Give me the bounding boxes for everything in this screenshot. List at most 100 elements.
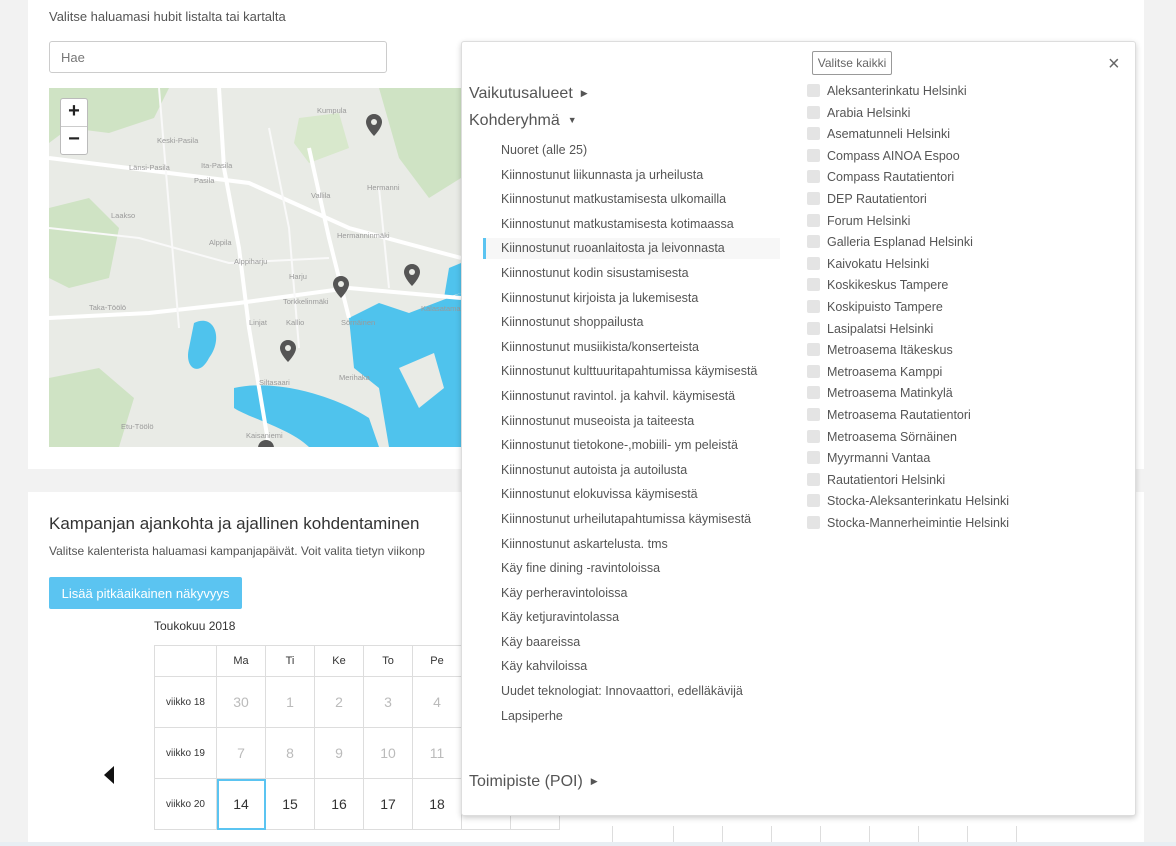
location-option[interactable]: Forum Helsinki — [807, 213, 1127, 236]
calendar-day[interactable]: 17 — [363, 778, 413, 830]
calendar-day: 4 — [412, 676, 462, 728]
target-group-item[interactable]: Kiinnostunut askartelusta. tms — [483, 534, 780, 555]
previous-month-arrow-icon[interactable] — [104, 766, 114, 784]
location-checkbox[interactable] — [807, 213, 820, 227]
target-group-item[interactable]: Kiinnostunut tietokone-,mobiili- ym pele… — [483, 435, 780, 456]
location-option[interactable]: Metroasema Kamppi — [807, 364, 1127, 387]
target-group-item[interactable]: Nuoret (alle 25) — [483, 140, 780, 161]
select-all-button[interactable]: Valitse kaikki — [812, 51, 892, 75]
calendar-day: 7 — [216, 727, 266, 779]
location-checkbox[interactable] — [807, 127, 820, 141]
zoom-out-button[interactable]: − — [61, 126, 87, 154]
week-label[interactable]: viikko 19 — [154, 727, 217, 779]
add-long-visibility-button[interactable]: Lisää pitkäaikainen näkyvyys — [49, 577, 242, 609]
target-group-item[interactable]: Kiinnostunut museoista ja taiteesta — [483, 411, 780, 432]
location-option[interactable]: Galleria Esplanad Helsinki — [807, 235, 1127, 257]
location-label: Metroasema Kamppi — [827, 364, 943, 379]
target-group-item[interactable]: Kiinnostunut urheilutapahtumissa käymise… — [483, 509, 780, 530]
calendar-day[interactable]: 18 — [412, 778, 462, 830]
target-group-item[interactable]: Kiinnostunut kirjoista ja lukemisesta — [483, 288, 780, 309]
svg-text:Ita-Pasila: Ita-Pasila — [201, 161, 233, 170]
section-poi[interactable]: Toimipiste (POI) ▶ — [469, 773, 598, 791]
svg-text:Alppila: Alppila — [209, 238, 232, 247]
location-option[interactable]: Metroasema Sörnäinen — [807, 429, 1127, 452]
location-option[interactable]: Metroasema Itäkeskus — [807, 343, 1127, 365]
hub-search-input[interactable] — [49, 41, 387, 73]
calendar-day[interactable]: 16 — [314, 778, 364, 830]
location-checkbox[interactable] — [807, 235, 820, 249]
target-group-item[interactable]: Käy kahviloissa — [483, 656, 780, 677]
svg-text:Merihaka: Merihaka — [339, 373, 371, 382]
location-option[interactable]: Metroasema Rautatientori — [807, 407, 1127, 430]
location-checkbox[interactable] — [807, 494, 820, 508]
location-checkbox[interactable] — [807, 170, 820, 184]
target-group-item[interactable]: Uudet teknologiat: Innovaattori, edelläk… — [483, 681, 780, 702]
location-option[interactable]: Metroasema Matinkylä — [807, 386, 1127, 408]
target-group-item[interactable]: Kiinnostunut musiikista/konserteista — [483, 337, 780, 358]
location-checkbox[interactable] — [807, 343, 820, 357]
target-group-item[interactable]: Kiinnostunut liikunnasta ja urheilusta — [483, 165, 780, 186]
location-option[interactable]: Compass AINOA Espoo — [807, 148, 1127, 171]
target-group-item[interactable]: Kiinnostunut elokuvissa käymisestä — [483, 484, 780, 505]
location-option[interactable]: Asematunneli Helsinki — [807, 127, 1127, 149]
svg-text:Kumpula: Kumpula — [317, 106, 347, 115]
location-checkbox[interactable] — [807, 84, 820, 97]
location-option[interactable]: Koskipuisto Tampere — [807, 299, 1127, 322]
svg-text:Etu-Töölö: Etu-Töölö — [121, 422, 154, 431]
section-target-group[interactable]: Kohderyhmä ▼ — [469, 112, 577, 130]
hub-map[interactable]: Kumpula Keski-Pasila Länsi-Pasila Ita-Pa… — [49, 88, 461, 447]
location-checkbox[interactable] — [807, 105, 820, 119]
calendar-day: 8 — [265, 727, 315, 779]
location-checkbox[interactable] — [807, 299, 820, 313]
location-option[interactable]: Compass Rautatientori — [807, 170, 1127, 192]
location-checkbox[interactable] — [807, 386, 820, 400]
location-checkbox[interactable] — [807, 148, 820, 162]
location-option[interactable]: Rautatientori Helsinki — [807, 472, 1127, 495]
location-checkbox[interactable] — [807, 515, 820, 529]
week-label[interactable]: viikko 18 — [154, 676, 217, 728]
location-option[interactable]: DEP Rautatientori — [807, 191, 1127, 214]
location-option[interactable]: Stocka-Mannerheimintie Helsinki — [807, 515, 1127, 538]
target-group-item[interactable]: Käy perheravintoloissa — [483, 583, 780, 604]
calendar-corner-cell — [154, 645, 217, 677]
location-option[interactable]: Myyrmanni Vantaa — [807, 451, 1127, 473]
location-checkbox[interactable] — [807, 407, 820, 421]
svg-text:Pasila: Pasila — [194, 176, 215, 185]
location-checkbox[interactable] — [807, 472, 820, 486]
section-impact-areas[interactable]: Vaikutusalueet ▶ — [469, 85, 588, 103]
target-group-item[interactable]: Kiinnostunut shoppailusta — [483, 312, 780, 333]
location-label: Arabia Helsinki — [827, 105, 911, 120]
zoom-in-button[interactable]: + — [61, 99, 87, 126]
svg-text:Hermanni: Hermanni — [367, 183, 400, 192]
target-group-item[interactable]: Kiinnostunut matkustamisesta ulkomailla — [483, 189, 780, 210]
location-checkbox[interactable] — [807, 451, 820, 465]
location-option[interactable]: Arabia Helsinki — [807, 105, 1127, 128]
calendar-day-today[interactable]: 14 — [216, 778, 266, 830]
target-group-item[interactable]: Käy fine dining -ravintoloissa — [483, 558, 780, 579]
target-group-item[interactable]: Kiinnostunut kulttuuritapahtumissa käymi… — [483, 361, 780, 382]
calendar-month-label: Toukokuu 2018 — [154, 619, 236, 633]
calendar-day[interactable]: 15 — [265, 778, 315, 830]
close-icon[interactable]: × — [1108, 53, 1120, 76]
target-group-item[interactable]: Kiinnostunut kodin sisustamisesta — [483, 263, 780, 284]
location-checkbox[interactable] — [807, 321, 820, 335]
location-option[interactable]: Kaivokatu Helsinki — [807, 256, 1127, 279]
target-group-item[interactable]: Kiinnostunut autoista ja autoilusta — [483, 460, 780, 481]
target-group-item[interactable]: Käy ketjuravintolassa — [483, 607, 780, 628]
location-option[interactable]: Koskikeskus Tampere — [807, 278, 1127, 300]
target-group-item[interactable]: Kiinnostunut ruoanlaitosta ja leivonnast… — [483, 238, 780, 260]
location-option[interactable]: Lasipalatsi Helsinki — [807, 321, 1127, 344]
location-checkbox[interactable] — [807, 278, 820, 292]
location-checkbox[interactable] — [807, 429, 820, 443]
week-label[interactable]: viikko 20 — [154, 778, 217, 830]
location-option[interactable]: Stocka-Aleksanterinkatu Helsinki — [807, 494, 1127, 516]
location-label: Myyrmanni Vantaa — [827, 451, 931, 466]
location-checkbox[interactable] — [807, 191, 820, 205]
target-group-item[interactable]: Kiinnostunut ravintol. ja kahvil. käymis… — [483, 386, 780, 407]
target-group-item[interactable]: Lapsiperhe — [483, 706, 780, 727]
target-group-item[interactable]: Käy baareissa — [483, 632, 780, 653]
location-checkbox[interactable] — [807, 364, 820, 378]
location-option[interactable]: Aleksanterinkatu Helsinki — [807, 84, 1127, 106]
target-group-item[interactable]: Kiinnostunut matkustamisesta kotimaassa — [483, 214, 780, 235]
location-checkbox[interactable] — [807, 256, 820, 270]
